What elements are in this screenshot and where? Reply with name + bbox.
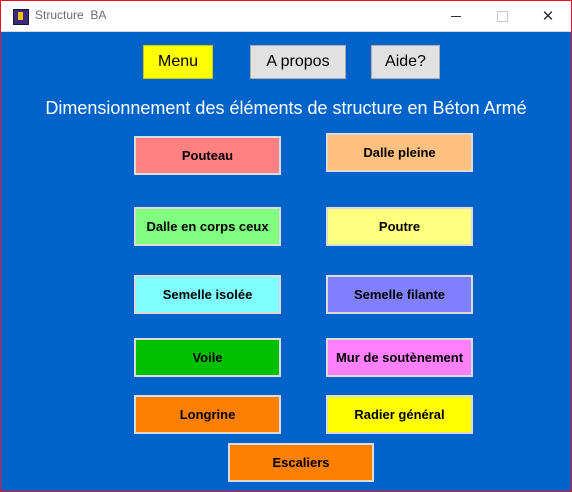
semelle-filante-button[interactable]: Semelle filante — [326, 275, 473, 314]
close-button[interactable]: ✕ — [525, 1, 571, 31]
page-title: Dimensionnement des éléments de structur… — [45, 98, 527, 118]
dalle-pleine-button[interactable]: Dalle pleine — [326, 133, 473, 172]
dalle-corps-creux-button[interactable]: Dalle en corps ceux — [134, 207, 281, 246]
app-icon — [13, 9, 29, 25]
apropos-button[interactable]: A propos — [250, 45, 346, 79]
semelle-isolee-button[interactable]: Semelle isolée — [134, 275, 281, 314]
maximize-icon — [496, 10, 508, 22]
poteau-button[interactable]: Pouteau — [134, 136, 281, 175]
title-bar[interactable]: Structure BA ✕ — [1, 1, 571, 32]
menu-button[interactable]: Menu — [143, 45, 213, 79]
minimize-icon — [451, 15, 461, 17]
maximize-button[interactable] — [479, 1, 525, 31]
voile-button[interactable]: Voile — [134, 338, 281, 377]
mur-soutenement-button[interactable]: Mur de soutènement — [326, 338, 473, 377]
escaliers-button[interactable]: Escaliers — [228, 443, 374, 482]
window-title: Structure BA — [35, 8, 107, 22]
radier-general-button[interactable]: Radier général — [326, 395, 473, 434]
aide-button[interactable]: Aide? — [371, 45, 440, 79]
longrine-button[interactable]: Longrine — [134, 395, 281, 434]
close-icon: ✕ — [541, 8, 555, 25]
app-window: Structure BA ✕ Menu A propos Aide? Dimen… — [0, 0, 572, 492]
minimize-button[interactable] — [433, 1, 479, 31]
poutre-button[interactable]: Poutre — [326, 207, 473, 246]
